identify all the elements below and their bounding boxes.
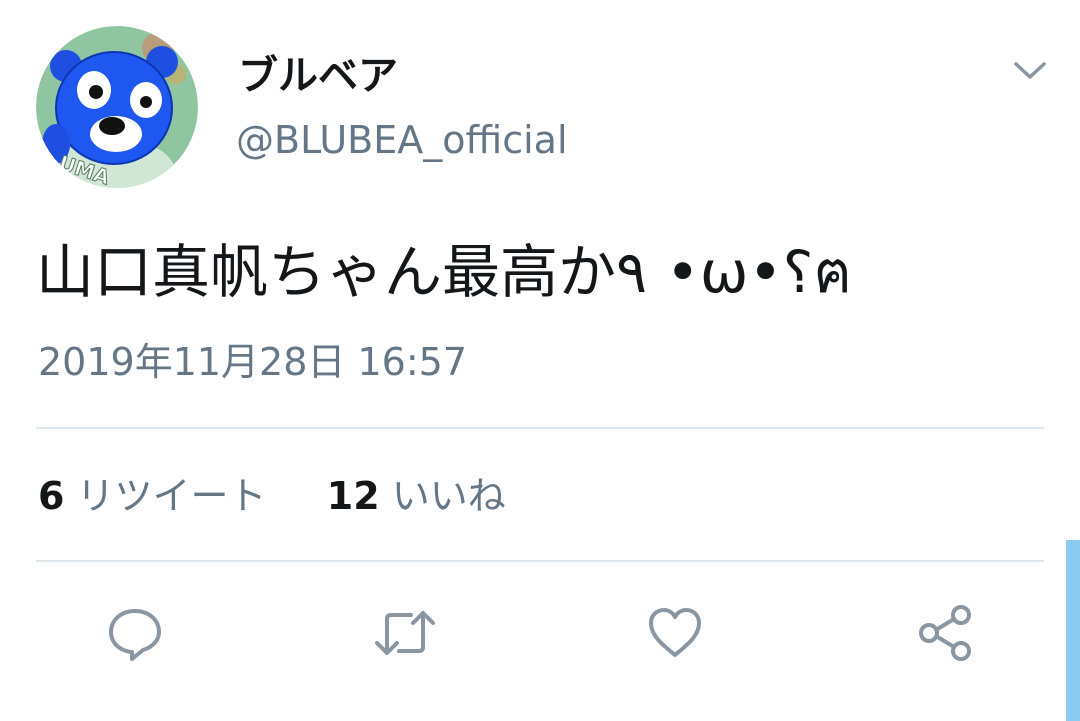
divider bbox=[36, 560, 1044, 562]
likes-label: いいね bbox=[391, 474, 506, 518]
likes-stat[interactable]: 12 いいね bbox=[327, 474, 506, 518]
reply-icon bbox=[109, 609, 161, 661]
heart-icon bbox=[649, 608, 701, 657]
user-handle[interactable]: @BLUBEA_official bbox=[236, 114, 568, 166]
display-name[interactable]: ブルベア bbox=[238, 50, 398, 102]
share-icon bbox=[919, 605, 971, 661]
likes-count: 12 bbox=[326, 474, 380, 518]
share-button[interactable] bbox=[910, 598, 980, 668]
divider bbox=[36, 427, 1044, 429]
tweet-card: UMA ブルベア @BLUBEA_official 山口真帆ちゃん最高か٩ •ω… bbox=[0, 0, 1080, 721]
tweet-timestamp[interactable]: 2019年11月28日 16:57 bbox=[38, 336, 467, 388]
more-options-caret[interactable] bbox=[1010, 58, 1050, 82]
retweets-label: リツイート bbox=[76, 474, 267, 518]
tweet-stats: 6 リツイート 12 いいね bbox=[38, 470, 506, 522]
reply-button[interactable] bbox=[100, 598, 170, 668]
avatar-image: UMA bbox=[36, 26, 198, 188]
avatar[interactable]: UMA bbox=[36, 26, 198, 188]
retweets-stat[interactable]: 6 リツイート bbox=[38, 474, 279, 518]
retweet-icon bbox=[375, 611, 435, 655]
tweet-text: 山口真帆ちゃん最高か٩ •ω•؟ฅ bbox=[36, 238, 853, 306]
like-button[interactable] bbox=[640, 598, 710, 668]
retweets-count: 6 bbox=[38, 474, 65, 518]
scroll-indicator[interactable] bbox=[1066, 540, 1080, 721]
retweet-button[interactable] bbox=[370, 598, 440, 668]
chevron-down-icon bbox=[1014, 62, 1046, 79]
